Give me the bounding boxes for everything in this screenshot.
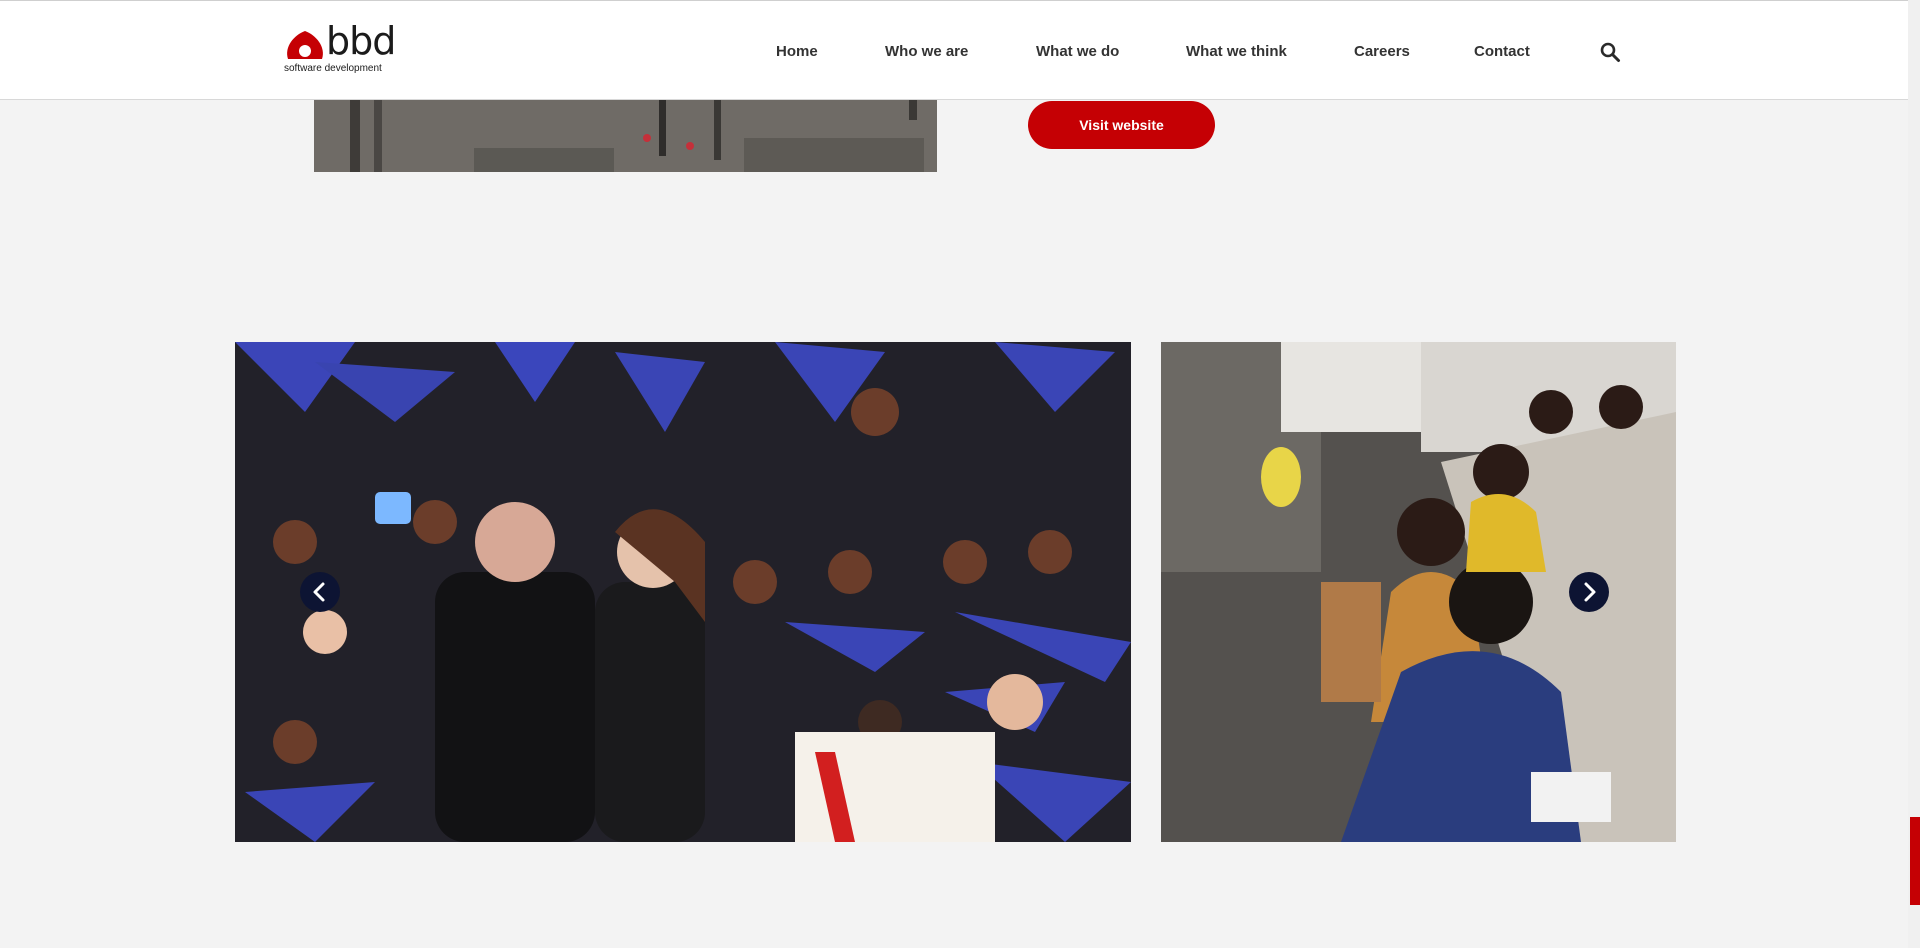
nav-item-contact[interactable]: Contact <box>1474 43 1530 60</box>
graduation-photo <box>235 342 1131 842</box>
site-header: bbd software development Home Who we are… <box>0 0 1908 100</box>
nav-item-careers[interactable]: Careers <box>1354 43 1410 60</box>
chevron-right-icon <box>1584 582 1596 602</box>
main-nav: Home Who we are What we do What we think… <box>0 1 1908 101</box>
graduation-photo-art <box>235 342 1131 842</box>
scrollbar-thumb[interactable] <box>1910 817 1920 905</box>
nav-item-what-we-think[interactable]: What we think <box>1186 43 1287 60</box>
carousel-next-button[interactable] <box>1569 572 1609 612</box>
nav-item-home[interactable]: Home <box>776 43 818 60</box>
office-photo <box>314 100 937 172</box>
nav-item-what-we-do[interactable]: What we do <box>1036 43 1119 60</box>
page-scrollbar[interactable] <box>1908 0 1920 948</box>
chevron-left-icon <box>313 582 325 602</box>
visit-website-button[interactable]: Visit website <box>1028 101 1215 149</box>
office-photo-art <box>314 100 937 172</box>
search-icon[interactable] <box>1599 41 1621 63</box>
carousel-prev-button[interactable] <box>300 572 340 612</box>
nav-item-who-we-are[interactable]: Who we are <box>885 43 968 60</box>
photo-carousel <box>235 342 1676 842</box>
